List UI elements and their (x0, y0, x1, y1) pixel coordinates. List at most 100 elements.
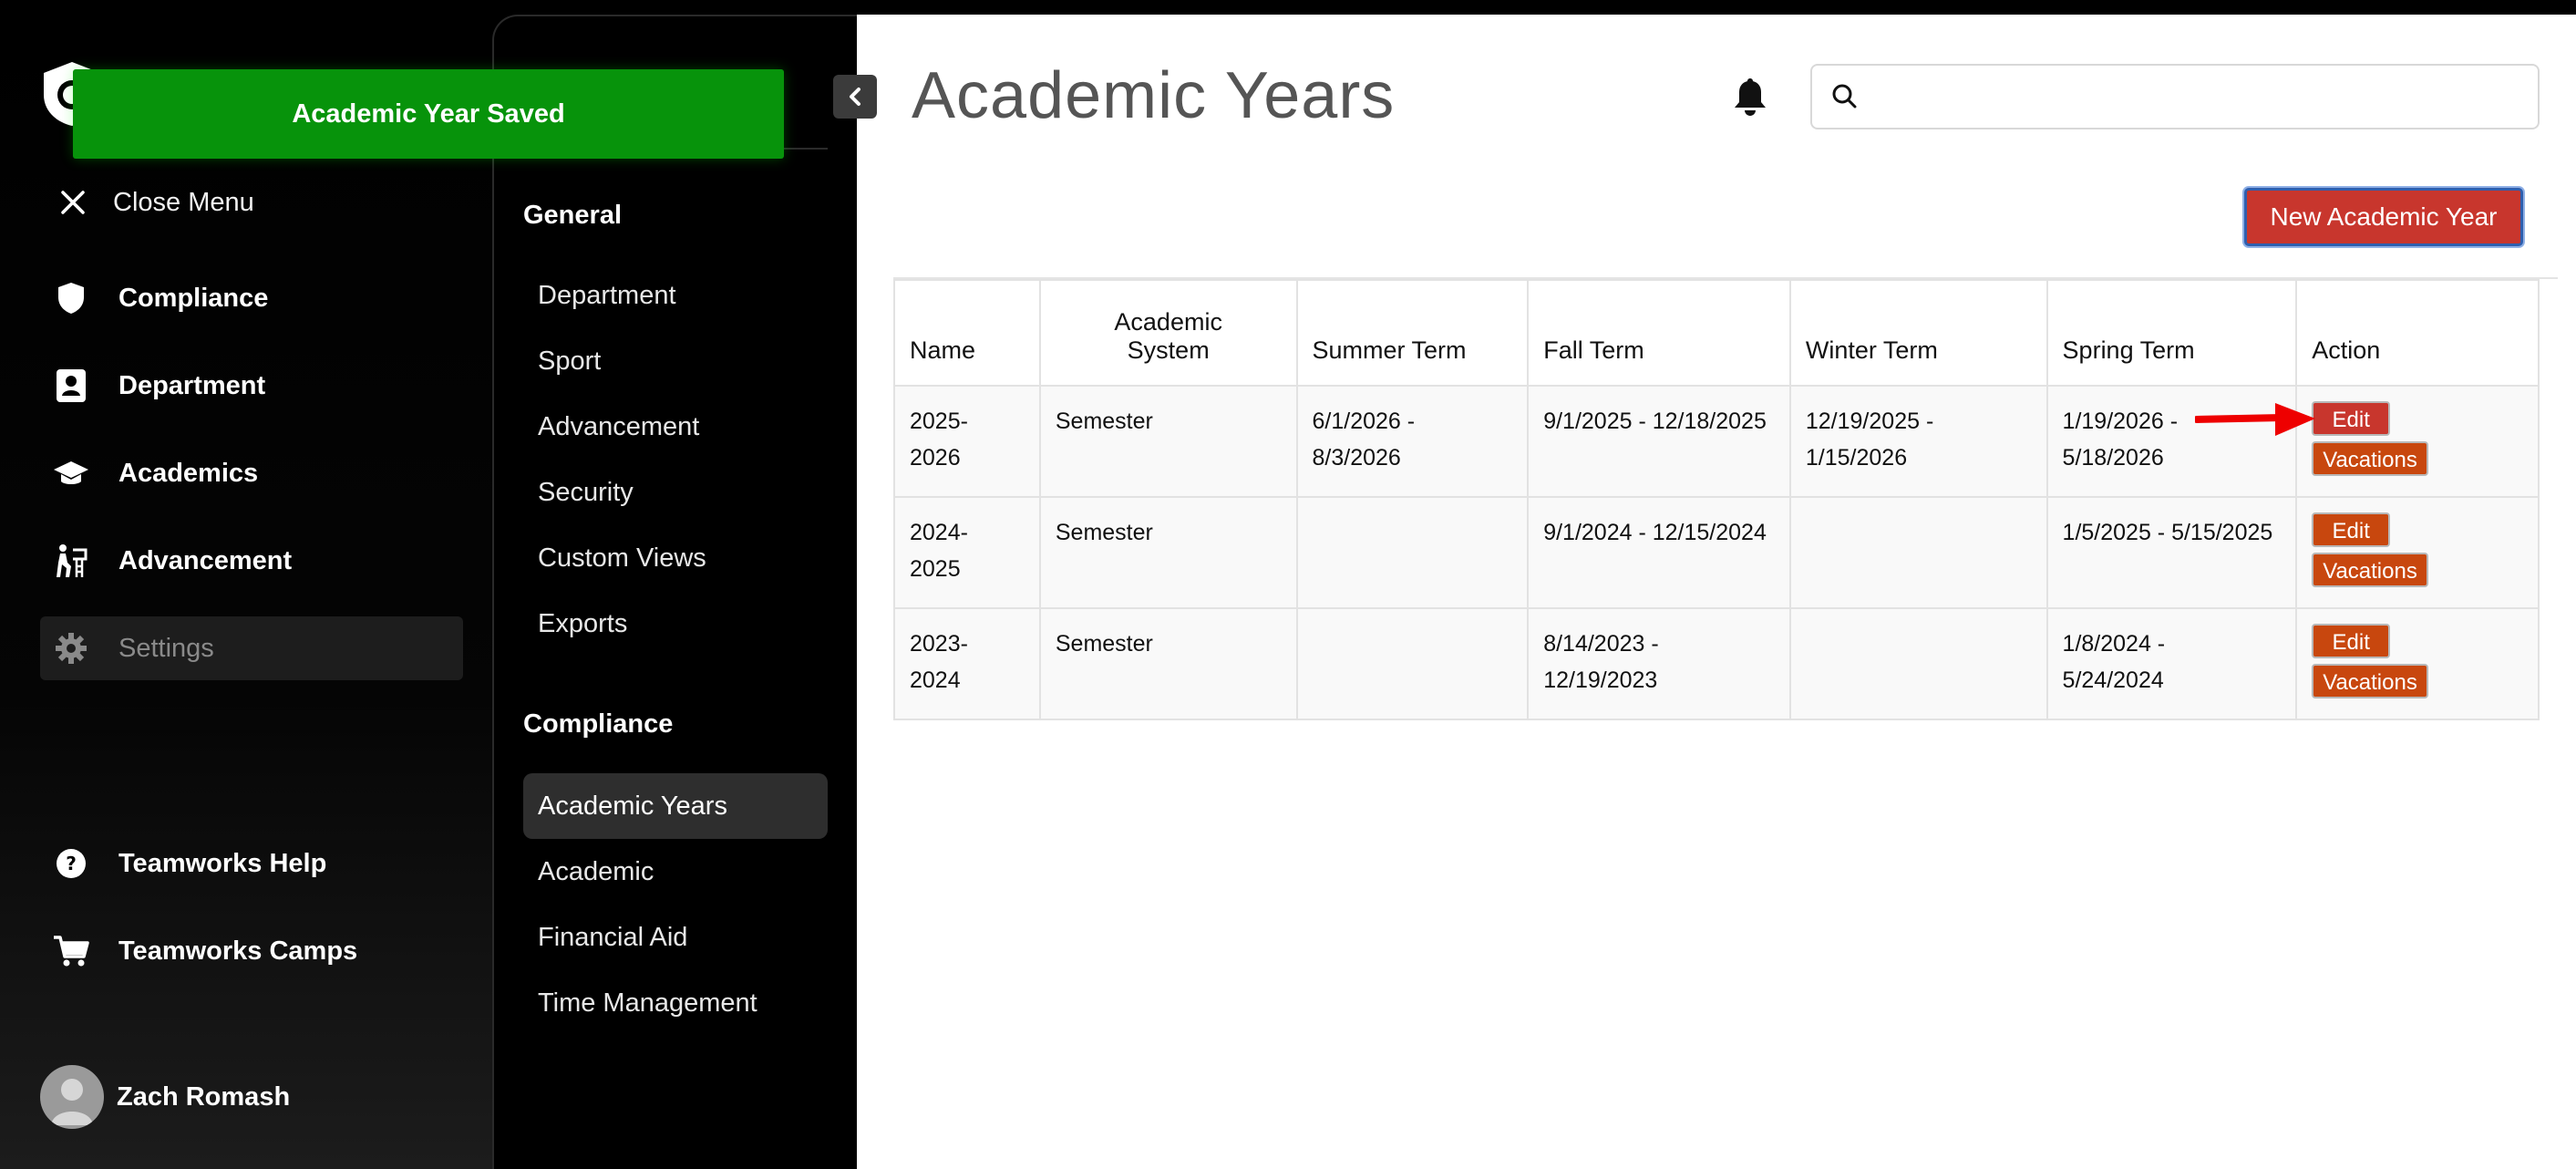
page-title: Academic Years (912, 59, 1396, 132)
sidebar-item-department[interactable]: Department (40, 354, 463, 418)
panel-item-exports[interactable]: Exports (523, 591, 828, 657)
cell-text: 12/19/2023 (1543, 667, 1658, 693)
vacations-button[interactable]: Vacations (2312, 441, 2428, 476)
edit-button[interactable]: Edit (2312, 624, 2391, 658)
user-name: Zach Romash (117, 1081, 291, 1112)
column-header-action: Action (2295, 279, 2540, 387)
close-icon (55, 184, 91, 221)
sidebar-item-compliance[interactable]: Compliance (40, 266, 463, 330)
avatar (40, 1065, 104, 1129)
person-climbing-icon (49, 539, 93, 583)
cell-text: 9/1/2024 - 12/15/2024 (1543, 520, 1767, 545)
panel-item-security[interactable]: Security (523, 460, 828, 525)
close-menu-label: Close Menu (113, 187, 254, 217)
table-header-row: Name Academic System Summer Term Fall Te… (893, 279, 2540, 387)
table-row: 2023- 2024 Semester 8/14/2023 - 12/19/2023… (893, 607, 2540, 720)
sidebar: Close Menu Compliance Department Academi… (0, 0, 492, 1169)
user-profile[interactable]: Zach Romash (40, 1065, 290, 1129)
panel-item-custom-views[interactable]: Custom Views (523, 525, 828, 591)
sidebar-item-settings[interactable]: Settings (40, 616, 463, 680)
cell-summer (1295, 607, 1530, 720)
search-icon (1827, 78, 1863, 115)
sidebar-item-academics[interactable]: Academics (40, 441, 463, 505)
cell-text: 6/1/2026 - (1312, 409, 1416, 434)
sidebar-item-advancement[interactable]: Advancement (40, 529, 463, 593)
sidebar-item-label: Advancement (118, 545, 293, 575)
toast-notification: Academic Year Saved (73, 69, 784, 159)
cell-winter (1788, 607, 2048, 720)
cell-name: 2025- 2026 (893, 385, 1041, 498)
column-header-summer-term[interactable]: Summer Term (1295, 279, 1530, 387)
cell-text: 2024 (910, 667, 961, 693)
panel-heading-compliance: Compliance (523, 709, 674, 739)
cell-text: 8/14/2023 - (1543, 631, 1659, 657)
shield-icon (49, 276, 93, 320)
cell-action: Edit Vacations (2295, 385, 2540, 498)
panel-item-time-management[interactable]: Time Management (523, 970, 828, 1036)
bell-icon[interactable] (1732, 77, 1772, 117)
sidebar-item-teamworks-help[interactable]: ? Teamworks Help (40, 832, 463, 895)
column-header-winter-term[interactable]: Winter Term (1788, 279, 2048, 387)
panel-item-department[interactable]: Department (523, 263, 828, 328)
panel-item-financial-aid[interactable]: Financial Aid (523, 905, 828, 970)
cell-text: 9/1/2025 - 12/18/2025 (1543, 409, 1767, 434)
sidebar-item-label: Compliance (118, 283, 269, 313)
annotation-arrow-icon (2193, 399, 2319, 440)
column-header-fall-term[interactable]: Fall Term (1527, 279, 1791, 387)
column-header-academic-system[interactable]: Academic System (1038, 279, 1298, 387)
vacations-button[interactable]: Vacations (2312, 664, 2428, 698)
column-header-spring-term[interactable]: Spring Term (2045, 279, 2298, 387)
header-line: Academic (1114, 308, 1222, 336)
sidebar-item-label: Academics (118, 458, 259, 488)
cell-action: Edit Vacations (2295, 607, 2540, 720)
panel-item-academic[interactable]: Academic (523, 839, 828, 905)
cell-text: 1/5/2025 - 5/15/2025 (2062, 520, 2273, 545)
cell-name: 2024- 2025 (893, 496, 1041, 609)
search-box[interactable] (1810, 64, 2540, 129)
close-menu-button[interactable]: Close Menu (55, 182, 254, 222)
cart-icon (49, 929, 93, 973)
new-academic-year-button[interactable]: New Academic Year (2244, 188, 2523, 246)
panel-item-advancement[interactable]: Advancement (523, 394, 828, 460)
sidebar-item-teamworks-camps[interactable]: Teamworks Camps (40, 919, 463, 983)
cell-system: Semester (1038, 385, 1298, 498)
cell-winter: 12/19/2025 - 1/15/2026 (1788, 385, 2048, 498)
sidebar-item-label: Department (118, 370, 266, 400)
edit-button[interactable]: Edit (2312, 401, 2391, 436)
cell-text: 2024- (910, 520, 968, 545)
sidebar-item-label: Teamworks Help (118, 848, 327, 878)
panel-item-sport[interactable]: Sport (523, 328, 828, 394)
collapse-panel-button[interactable] (833, 75, 877, 119)
search-input[interactable] (1870, 69, 2538, 124)
cell-text: 2025- (910, 409, 968, 434)
cell-action: Edit Vacations (2295, 496, 2540, 609)
id-card-icon (49, 364, 93, 408)
cell-fall: 8/14/2023 - 12/19/2023 (1527, 607, 1791, 720)
cell-text: 12/19/2025 - (1805, 409, 1934, 434)
cell-text: 1/19/2026 - (2062, 409, 2179, 434)
cell-spring: 1/8/2024 - 5/24/2024 (2045, 607, 2298, 720)
svg-text:?: ? (66, 853, 77, 874)
sidebar-item-label: Settings (118, 633, 214, 663)
header-line: System (1127, 336, 1210, 364)
cell-text: 2023- (910, 631, 968, 657)
cell-fall: 9/1/2024 - 12/15/2024 (1527, 496, 1791, 609)
cell-text: 8/3/2026 (1312, 445, 1401, 471)
panel-heading-general: General (523, 201, 622, 230)
column-header-name[interactable]: Name (893, 279, 1041, 387)
edit-button[interactable]: Edit (2312, 512, 2391, 547)
panel-item-academic-years[interactable]: Academic Years (523, 773, 828, 839)
vacations-button[interactable]: Vacations (2312, 553, 2428, 587)
cell-text: 2025 (910, 556, 961, 582)
cell-text: 5/18/2026 (2062, 445, 2164, 471)
table-row: 2024- 2025 Semester 9/1/2024 - 12/15/2024… (893, 496, 2540, 609)
academic-years-table: Name Academic System Summer Term Fall Te… (893, 279, 2540, 720)
graduation-cap-icon (49, 451, 93, 495)
cell-winter (1788, 496, 2048, 609)
cell-text: 1/8/2024 - (2062, 631, 2166, 657)
cell-system: Semester (1038, 496, 1298, 609)
sidebar-item-label: Teamworks Camps (118, 936, 358, 966)
chevron-left-icon (850, 88, 860, 106)
question-circle-icon: ? (49, 842, 93, 885)
cell-summer: 6/1/2026 - 8/3/2026 (1295, 385, 1530, 498)
